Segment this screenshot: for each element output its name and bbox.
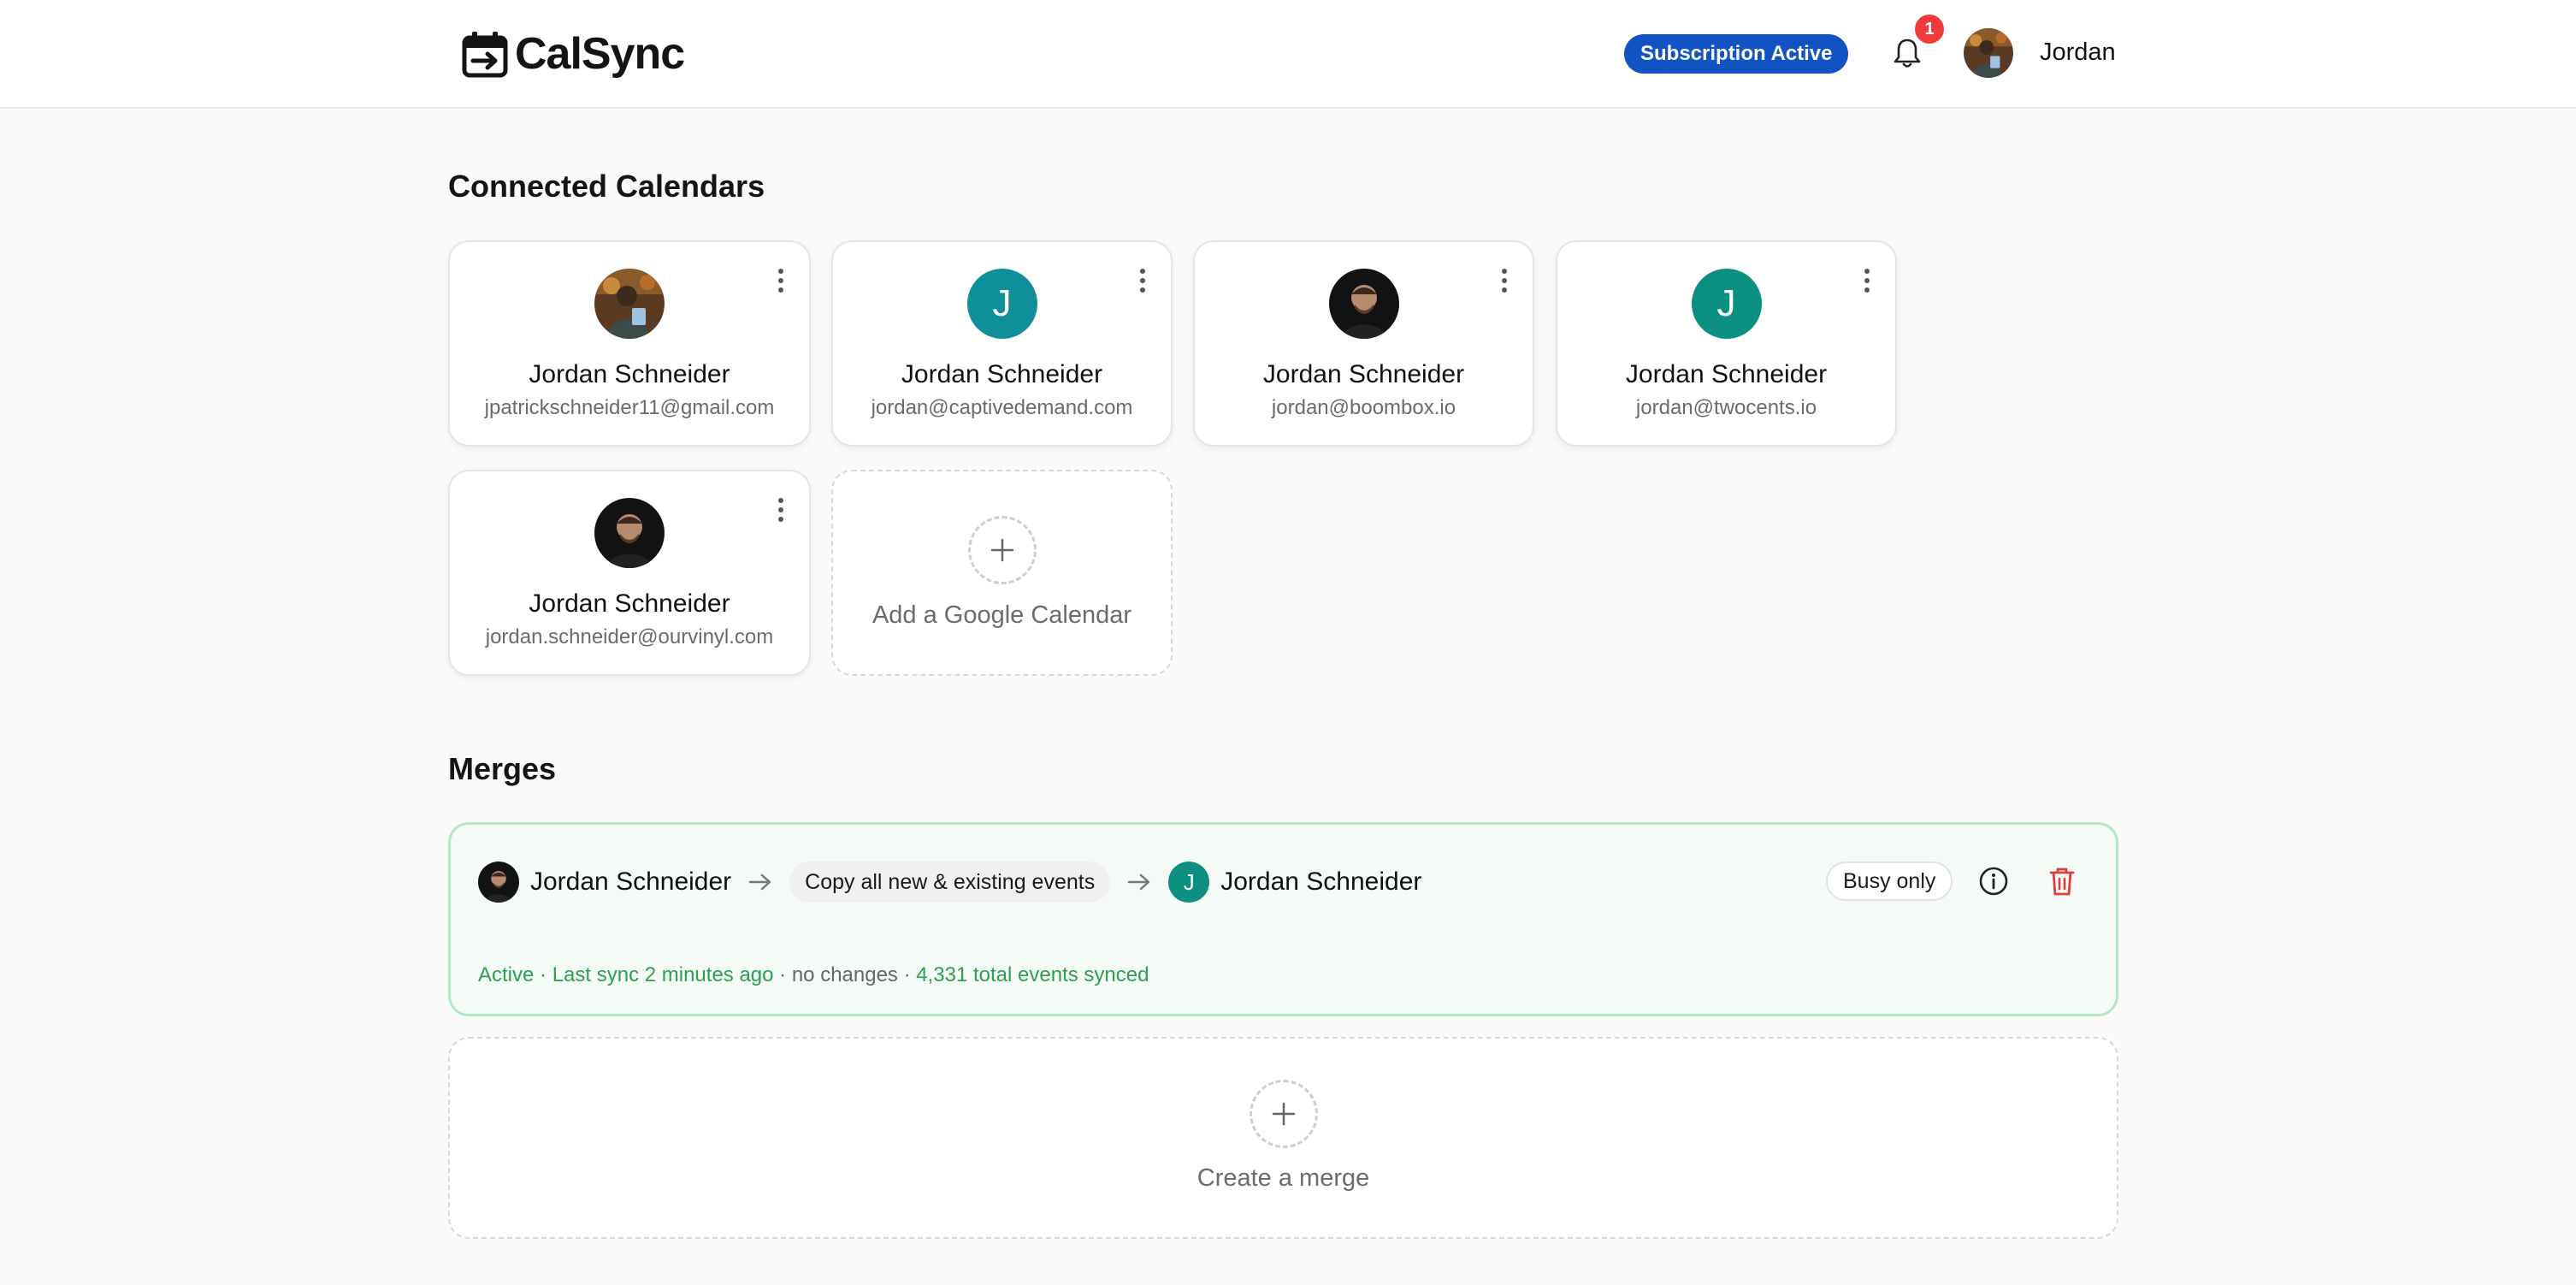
connected-calendars-heading: Connected Calendars bbox=[448, 169, 765, 204]
source-calendar-avatar bbox=[478, 862, 519, 903]
calendar-email: jpatrickschneider11@gmail.com bbox=[484, 396, 775, 419]
app-name: CalSync bbox=[515, 29, 685, 79]
calendar-avatar bbox=[594, 269, 665, 339]
arrow-right-icon bbox=[747, 872, 774, 892]
kebab-menu-icon[interactable] bbox=[1861, 268, 1873, 293]
calendar-owner-name: Jordan Schneider bbox=[901, 360, 1103, 388]
merge-status-line: Active · Last sync 2 minutes ago · no ch… bbox=[478, 963, 1149, 987]
calendar-logo-icon bbox=[462, 32, 508, 78]
calendar-owner-name: Jordan Schneider bbox=[529, 589, 730, 618]
calendar-avatar: J bbox=[1691, 269, 1762, 339]
calendar-card[interactable]: Jordan Schneider jpatrickschneider11@gma… bbox=[448, 240, 811, 447]
target-calendar-name: Jordan Schneider bbox=[1220, 868, 1422, 896]
add-calendar-label: Add a Google Calendar bbox=[871, 601, 1132, 629]
calendar-card[interactable]: Jordan Schneider jordan@boombox.io bbox=[1193, 240, 1534, 447]
kebab-menu-icon[interactable] bbox=[1498, 268, 1510, 293]
calendar-avatar bbox=[594, 498, 665, 568]
plus-icon bbox=[967, 516, 1037, 584]
calendar-card[interactable]: J Jordan Schneider jordan@captivedemand.… bbox=[831, 240, 1173, 447]
calendar-email: jordan@boombox.io bbox=[1271, 396, 1456, 419]
user-name[interactable]: Jordan bbox=[2040, 38, 2116, 67]
bell-icon[interactable] bbox=[1892, 36, 1923, 70]
total-events-synced: 4,331 total events synced bbox=[916, 963, 1149, 986]
calendar-avatar: J bbox=[966, 269, 1037, 339]
calendar-email: jordan.schneider@ourvinyl.com bbox=[485, 625, 774, 648]
calendar-owner-name: Jordan Schneider bbox=[1262, 360, 1465, 388]
visibility-busy-only-button[interactable]: Busy only bbox=[1826, 862, 1953, 901]
calendar-card[interactable]: Jordan Schneider jordan.schneider@ourvin… bbox=[448, 470, 811, 676]
notification-count-badge: 1 bbox=[1915, 15, 1944, 44]
calendar-email: jordan@twocents.io bbox=[1635, 396, 1817, 419]
status-separator: · bbox=[534, 963, 552, 986]
create-merge-button[interactable]: Create a merge bbox=[448, 1037, 2118, 1239]
source-calendar-name: Jordan Schneider bbox=[530, 868, 732, 896]
target-calendar-avatar: J bbox=[1168, 862, 1210, 903]
info-icon[interactable] bbox=[1978, 866, 2009, 897]
kebab-menu-icon[interactable] bbox=[775, 497, 787, 523]
subscription-status-badge[interactable]: Subscription Active bbox=[1624, 34, 1849, 74]
changes-status: no changes bbox=[791, 963, 898, 986]
plus-icon bbox=[1249, 1080, 1318, 1148]
user-avatar[interactable] bbox=[1964, 28, 2013, 78]
merge-card[interactable]: Jordan Schneider Copy all new & existing… bbox=[448, 822, 2118, 1016]
calendar-owner-name: Jordan Schneider bbox=[529, 360, 730, 388]
merge-rule-pill[interactable]: Copy all new & existing events bbox=[789, 862, 1111, 903]
calendar-card[interactable]: J Jordan Schneider jordan@twocents.io bbox=[1556, 240, 1897, 447]
status-separator: · bbox=[773, 963, 792, 986]
add-google-calendar-button[interactable]: Add a Google Calendar bbox=[831, 470, 1173, 676]
calendar-owner-name: Jordan Schneider bbox=[1625, 360, 1828, 388]
merge-summary: Jordan Schneider Copy all new & existing… bbox=[478, 861, 1421, 903]
arrow-right-icon bbox=[1126, 872, 1153, 892]
status-separator: · bbox=[897, 963, 917, 986]
trash-icon[interactable] bbox=[2047, 865, 2077, 897]
merges-heading: Merges bbox=[448, 751, 557, 786]
kebab-menu-icon[interactable] bbox=[775, 268, 787, 293]
calendar-email: jordan@captivedemand.com bbox=[871, 396, 1133, 419]
calendar-avatar bbox=[1329, 269, 1399, 339]
last-sync-time: Last sync 2 minutes ago bbox=[552, 963, 774, 986]
app-logo[interactable]: CalSync bbox=[460, 28, 685, 80]
top-navbar: CalSync Subscription Active 1 Jordan bbox=[0, 0, 2576, 109]
merge-status: Active bbox=[478, 963, 535, 986]
create-merge-label: Create a merge bbox=[1196, 1164, 1370, 1192]
kebab-menu-icon[interactable] bbox=[1137, 268, 1149, 293]
